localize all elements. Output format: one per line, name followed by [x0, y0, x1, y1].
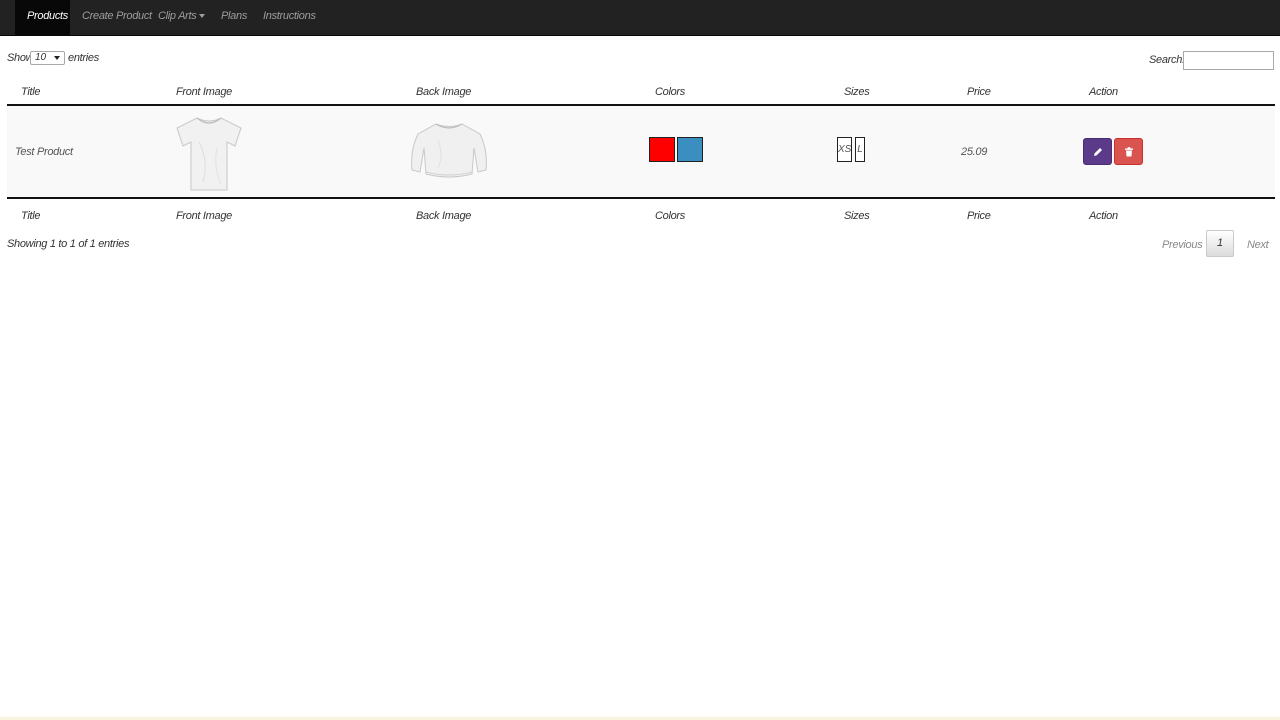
- size-tag-xs: XS: [837, 137, 852, 162]
- foot-col-back-image: Back Image: [416, 210, 472, 222]
- row-price: 25.09: [961, 146, 988, 158]
- nav-plans[interactable]: Plans: [221, 0, 247, 35]
- select-arrow-icon: [54, 56, 60, 60]
- nav-create-product[interactable]: Create Product: [82, 0, 152, 35]
- size-tag-l: L: [855, 137, 865, 162]
- search-label: Search:: [1149, 54, 1185, 66]
- caret-down-icon: [199, 14, 206, 19]
- pencil-icon: [1093, 147, 1102, 156]
- back-image-sweatshirt: [411, 123, 487, 178]
- footer-divider: [7, 197, 1275, 199]
- top-navbar: Products Create Product Clip Arts Plans …: [0, 0, 1280, 36]
- col-price[interactable]: Price: [967, 86, 991, 98]
- col-front-image[interactable]: Front Image: [176, 86, 232, 98]
- pagination-next[interactable]: Next: [1247, 239, 1269, 251]
- entries-length-select[interactable]: 10: [30, 51, 65, 65]
- entries-label: entries: [68, 52, 99, 64]
- table-info: Showing 1 to 1 of 1 entries: [7, 238, 130, 250]
- foot-col-colors: Colors: [655, 210, 685, 222]
- edit-button[interactable]: [1083, 138, 1112, 165]
- pagination-page-1[interactable]: 1: [1206, 230, 1234, 257]
- nav-clip-arts-label: Clip Arts: [158, 10, 197, 22]
- col-action[interactable]: Action: [1089, 86, 1118, 98]
- front-image-tshirt: [176, 117, 242, 191]
- search-input[interactable]: [1183, 51, 1274, 70]
- col-sizes[interactable]: Sizes: [844, 86, 870, 98]
- foot-col-action: Action: [1089, 210, 1118, 222]
- pagination-previous[interactable]: Previous: [1162, 239, 1203, 251]
- delete-button[interactable]: [1114, 138, 1143, 165]
- entries-length-value: 10: [35, 52, 47, 63]
- table-row: Test Product XS L 25.09: [7, 106, 1275, 198]
- trash-icon: [1124, 146, 1133, 156]
- col-colors[interactable]: Colors: [655, 86, 685, 98]
- table-header: Title Front Image Back Image Colors Size…: [7, 82, 1275, 102]
- row-title: Test Product: [15, 146, 73, 158]
- col-title[interactable]: Title: [21, 86, 40, 98]
- col-back-image[interactable]: Back Image: [416, 86, 471, 98]
- foot-col-title: Title: [21, 210, 41, 222]
- table-footer-header: Title Front Image Back Image Colors Size…: [7, 206, 1275, 226]
- foot-col-sizes: Sizes: [844, 210, 870, 222]
- foot-col-price: Price: [967, 210, 991, 222]
- foot-col-front-image: Front Image: [176, 210, 233, 222]
- nav-instructions[interactable]: Instructions: [263, 0, 316, 35]
- color-swatch-blue: [677, 137, 703, 162]
- nav-clip-arts[interactable]: Clip Arts: [158, 0, 206, 35]
- nav-products[interactable]: Products: [15, 0, 70, 35]
- color-swatch-red: [649, 137, 675, 162]
